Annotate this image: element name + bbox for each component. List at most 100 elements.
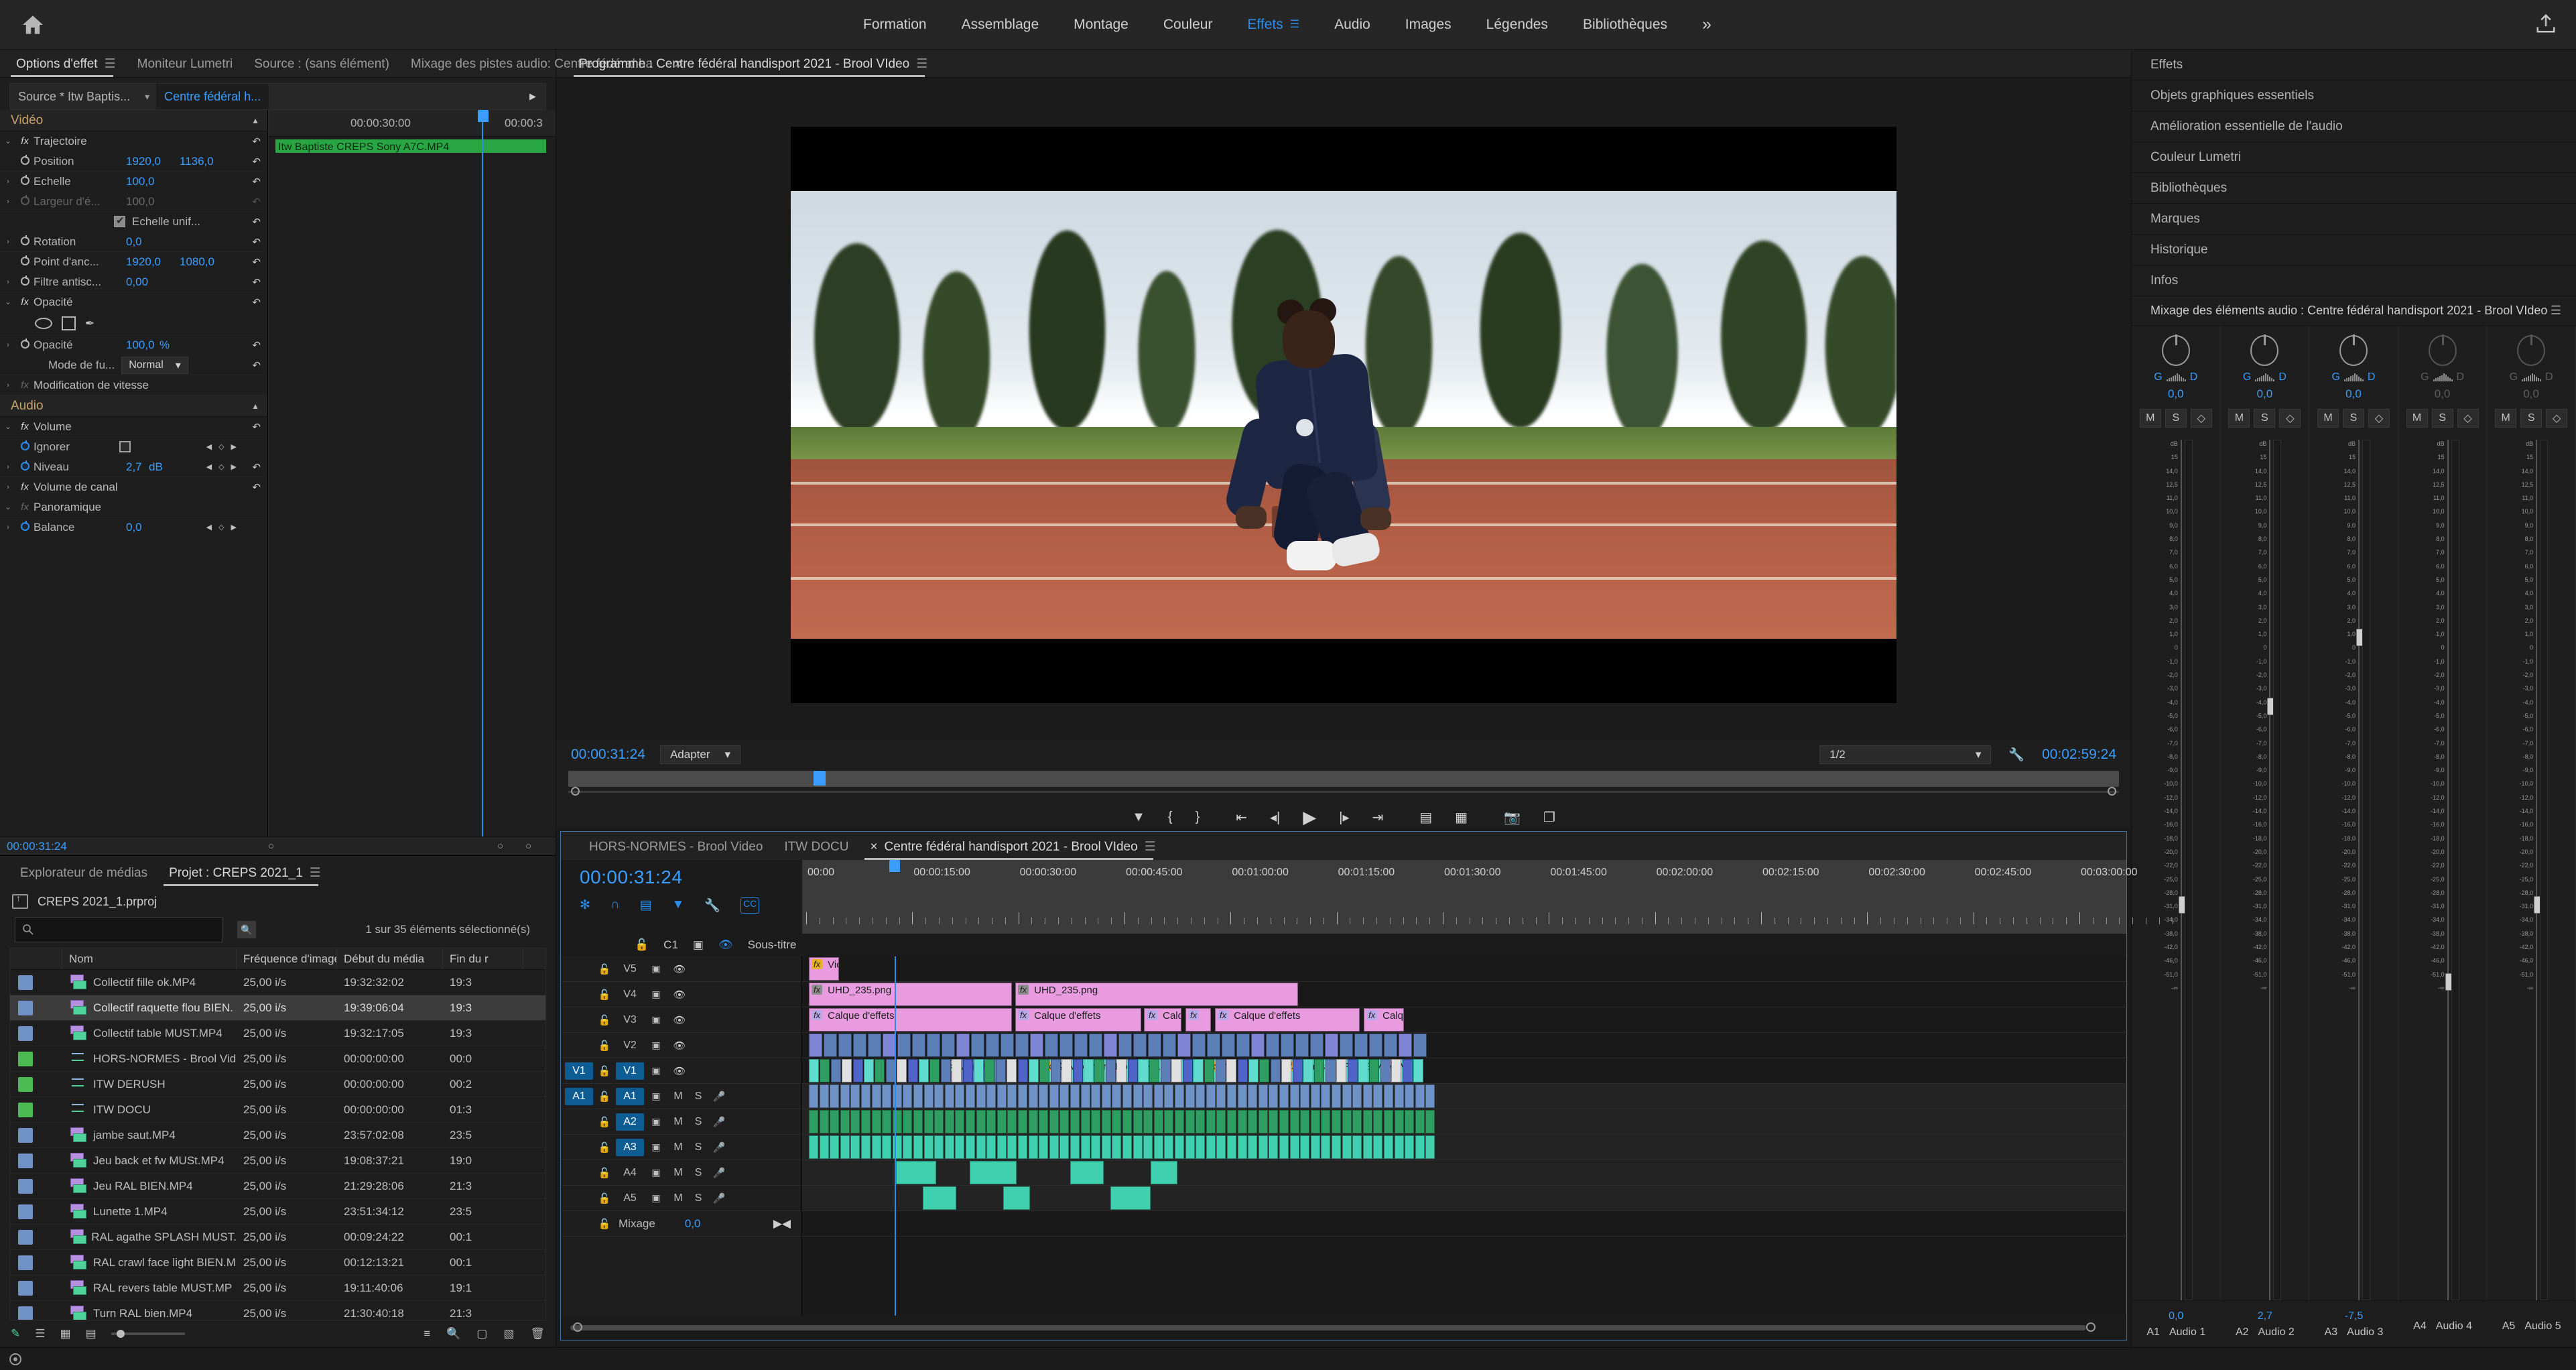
audio-clip[interactable]: [1384, 1084, 1393, 1108]
timeline-clip[interactable]: [1271, 1059, 1281, 1082]
track-header-a2[interactable]: 🔓A2▣MS🎤: [561, 1109, 801, 1135]
tab-itw-docu[interactable]: ITW DOCU: [773, 837, 859, 860]
param-opacite-value[interactable]: › Opacité 100,0 % ↶: [0, 335, 267, 355]
fader-track[interactable]: [2181, 440, 2182, 1300]
expand-arrow-icon[interactable]: ›: [0, 463, 16, 471]
audio-clip[interactable]: [1311, 1110, 1320, 1133]
audio-clip[interactable]: [1300, 1084, 1309, 1108]
record-status-icon[interactable]: [9, 1353, 21, 1365]
timeline-clip[interactable]: [1018, 1059, 1028, 1082]
audio-clip[interactable]: [820, 1084, 829, 1108]
audio-clip[interactable]: [1405, 1135, 1414, 1159]
program-playhead[interactable]: [814, 771, 826, 786]
expand-arrow-icon[interactable]: ›: [0, 523, 16, 532]
reset-icon[interactable]: ↶: [252, 421, 261, 433]
mute-button[interactable]: M: [668, 1192, 688, 1204]
add-keyframe-icon[interactable]: ◇: [218, 462, 224, 471]
param-niveau[interactable]: › Niveau 2,7 dB ◀ ◇ ▶ ↶: [0, 457, 267, 477]
audio-clip[interactable]: [976, 1135, 986, 1159]
audio-clip[interactable]: [1425, 1135, 1435, 1159]
effect-group-panoramique[interactable]: ⌄ fx Panoramique: [0, 497, 267, 517]
audio-clip[interactable]: [893, 1135, 902, 1159]
audio-clip[interactable]: [861, 1084, 871, 1108]
audio-clip[interactable]: [1091, 1135, 1100, 1159]
workspace-tab-bibliotheques[interactable]: Bibliothèques: [1565, 13, 1685, 37]
reset-icon[interactable]: ↶: [252, 256, 261, 268]
audio-clip[interactable]: [1164, 1135, 1173, 1159]
audio-clip[interactable]: [1373, 1135, 1382, 1159]
timeline-clip[interactable]: [820, 1059, 830, 1082]
audio-clip[interactable]: [1352, 1110, 1362, 1133]
mixer-track-a2[interactable]: 2,7A2Audio 2: [2221, 1301, 2310, 1347]
audio-clip[interactable]: [1102, 1110, 1111, 1133]
timeline-clip[interactable]: [996, 1059, 1006, 1082]
track-name[interactable]: V5: [616, 960, 644, 978]
track-name[interactable]: A2: [616, 1113, 644, 1131]
play-icon[interactable]: ▶: [1303, 807, 1316, 828]
audio-clip[interactable]: [1070, 1084, 1080, 1108]
audio-clip[interactable]: [830, 1110, 839, 1133]
solo-button[interactable]: S: [688, 1116, 708, 1128]
lock-icon[interactable]: 🔓: [593, 989, 616, 1001]
blend-mode-select[interactable]: Normal▾: [121, 357, 188, 374]
audio-clip[interactable]: [1029, 1084, 1038, 1108]
stopwatch-icon[interactable]: [16, 235, 34, 249]
audio-clip[interactable]: [1206, 1110, 1216, 1133]
button-editor-icon[interactable]: ❐: [1543, 809, 1555, 826]
audio-clip[interactable]: [1373, 1110, 1382, 1133]
timeline-clip[interactable]: [1084, 1059, 1094, 1082]
target-track-icon[interactable]: ▣: [644, 1091, 668, 1102]
label-color-swatch[interactable]: [18, 1204, 33, 1219]
timeline-clips-area[interactable]: fxVidéfxUHD_235.pngfxUHD_235.pngfxCalque…: [802, 956, 2126, 1316]
prev-keyframe-icon[interactable]: ◀: [206, 462, 212, 471]
param-filtre-antiscintillement[interactable]: › Filtre antisc... 0,00 ↶: [0, 272, 267, 292]
effect-zoom-out-icon[interactable]: ○: [497, 840, 503, 852]
tab-options-deffet[interactable]: Options d'effet☰: [5, 54, 127, 77]
audio-clip[interactable]: [913, 1110, 923, 1133]
workspace-tab-assemblage[interactable]: Assemblage: [944, 13, 1057, 37]
expand-arrow-icon[interactable]: ›: [0, 198, 16, 206]
audio-clip[interactable]: [1059, 1110, 1069, 1133]
pen-mask-icon[interactable]: ✒: [85, 317, 94, 330]
new-item-icon[interactable]: ▧: [503, 1327, 514, 1341]
accordion-item-marques[interactable]: Marques: [2132, 204, 2576, 235]
eye-icon[interactable]: 👁: [668, 1040, 691, 1052]
audio-clip[interactable]: [1216, 1084, 1226, 1108]
audio-clip[interactable]: [1102, 1135, 1111, 1159]
label-color-swatch[interactable]: [18, 1026, 33, 1041]
timeline-clip[interactable]: fxUHD_235.png: [809, 983, 1012, 1006]
mixer-gain-value[interactable]: -7,5: [2345, 1310, 2364, 1322]
timeline-clip[interactable]: [919, 1059, 929, 1082]
audio-clip[interactable]: [882, 1110, 891, 1133]
audio-clip[interactable]: [986, 1084, 996, 1108]
timeline-clip[interactable]: [971, 1034, 984, 1057]
audio-clip[interactable]: [1003, 1186, 1030, 1210]
audio-clip[interactable]: [1384, 1110, 1393, 1133]
timeline-clip[interactable]: [1139, 1059, 1149, 1082]
section-video[interactable]: Vidéo▲: [0, 110, 267, 131]
audio-clip[interactable]: [1342, 1084, 1352, 1108]
audio-clip[interactable]: [1227, 1135, 1236, 1159]
mixer-gain-value[interactable]: 2,7: [2258, 1310, 2272, 1322]
audio-clip[interactable]: [1154, 1110, 1163, 1133]
fader-track[interactable]: [2269, 440, 2270, 1300]
table-row[interactable]: RAL crawl face light BIEN.M25,00 i/s00:1…: [10, 1250, 545, 1275]
workspace-overflow-button[interactable]: »: [1685, 15, 1730, 34]
reset-icon[interactable]: ↶: [252, 155, 261, 168]
pan-knob[interactable]: [2429, 335, 2457, 366]
collapse-caret-icon[interactable]: ▲: [251, 401, 259, 411]
audio-clip[interactable]: [934, 1135, 944, 1159]
timeline-clip[interactable]: [1259, 1059, 1269, 1082]
eye-icon[interactable]: 👁: [668, 1065, 691, 1077]
timeline-clip[interactable]: [1030, 1034, 1043, 1057]
audio-clip[interactable]: [1164, 1084, 1173, 1108]
mark-in-icon[interactable]: {: [1168, 810, 1173, 825]
search-input[interactable]: [15, 917, 222, 942]
pan-value[interactable]: 0,0: [2345, 387, 2362, 401]
audio-clip[interactable]: [1363, 1110, 1372, 1133]
expand-arrow-icon[interactable]: ⌄: [0, 137, 16, 145]
expand-arrow-icon[interactable]: ›: [0, 341, 16, 349]
audio-clip[interactable]: [1290, 1084, 1299, 1108]
workspace-tab-images[interactable]: Images: [1388, 13, 1469, 37]
timeline-clip[interactable]: [853, 1034, 866, 1057]
